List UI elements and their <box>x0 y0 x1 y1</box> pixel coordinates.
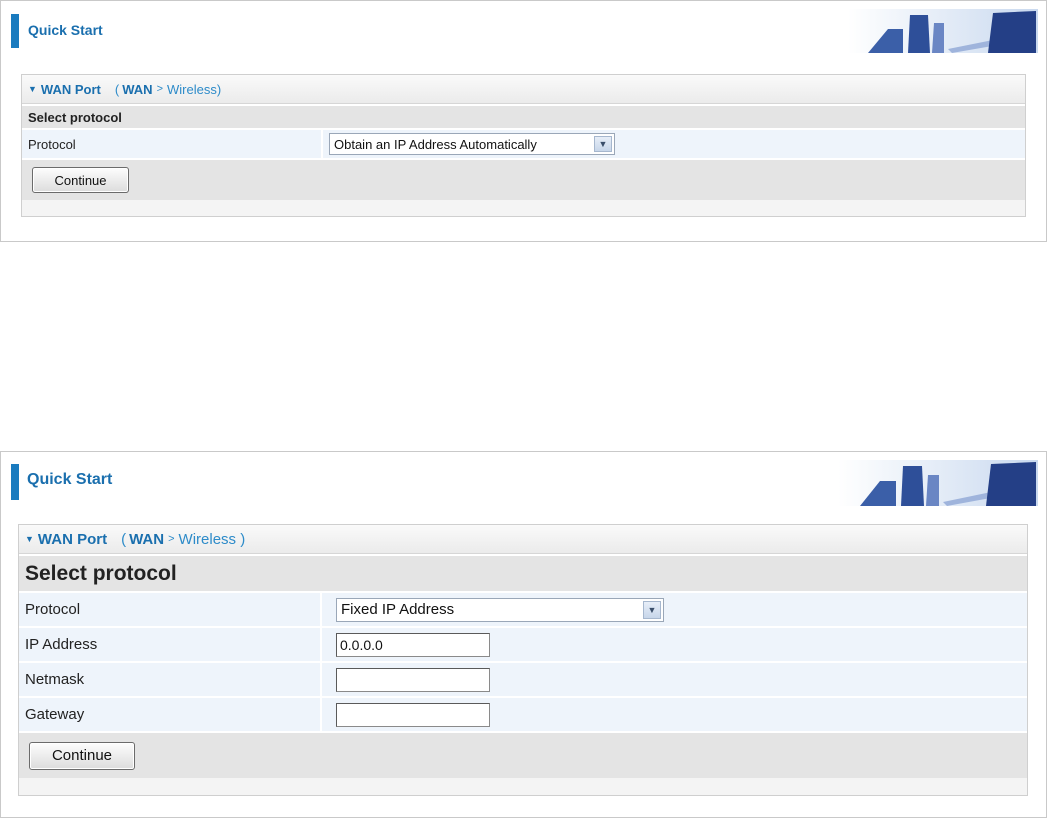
continue-row: Continue <box>19 731 1027 778</box>
breadcrumb-wan: WAN <box>122 81 153 97</box>
gateway-label: Gateway <box>19 698 320 731</box>
continue-row: Continue <box>22 158 1025 200</box>
quick-start-header: Quick Start <box>1 1 1046 65</box>
protocol-row: Protocol Fixed IP Address ▼ <box>19 591 1027 626</box>
wan-port-header[interactable]: ▼ WAN Port ( WAN > Wireless) <box>22 75 1025 104</box>
netmask-row: Netmask <box>19 661 1027 696</box>
ip-address-label: IP Address <box>19 628 320 661</box>
protocol-select[interactable]: Fixed IP Address ▼ <box>336 597 664 622</box>
ip-address-input[interactable]: 0.0.0.0 <box>336 632 490 657</box>
protocol-selected-value: Obtain an IP Address Automatically <box>334 136 537 152</box>
breadcrumb-open: ( <box>121 530 127 548</box>
breadcrumb-separator: > <box>168 533 175 545</box>
breadcrumb-separator: > <box>156 83 163 95</box>
select-protocol-heading: Select protocol <box>19 554 1027 591</box>
office-scene-illustration <box>838 460 1038 506</box>
select-protocol-heading: Select protocol <box>22 104 1025 128</box>
quick-start-title: Quick Start <box>27 471 113 488</box>
quick-start-panel-automatic: Quick Start ▼ WAN Port ( WAN > Wireless)… <box>0 0 1047 242</box>
wan-port-section: ▼ WAN Port ( WAN > Wireless) Select prot… <box>21 74 1026 217</box>
triangle-down-icon[interactable]: ▼ <box>28 84 37 94</box>
quick-start-title: Quick Start <box>28 22 103 38</box>
header-accent-bar <box>11 14 19 48</box>
netmask-value-cell <box>320 663 1027 696</box>
header-accent-bar <box>11 464 19 500</box>
breadcrumb-open: ( <box>114 81 120 97</box>
wan-port-title: WAN Port <box>40 81 101 97</box>
triangle-down-icon[interactable]: ▼ <box>25 534 34 544</box>
protocol-label: Protocol <box>22 130 321 158</box>
gateway-input[interactable] <box>336 702 490 727</box>
protocol-value-cell: Fixed IP Address ▼ <box>320 593 1027 626</box>
protocol-selected-value: Fixed IP Address <box>341 601 455 618</box>
gateway-row: Gateway <box>19 696 1027 731</box>
chevron-down-icon[interactable]: ▼ <box>594 136 612 152</box>
quick-start-header: Quick Start <box>1 452 1046 516</box>
netmask-input[interactable] <box>336 667 490 692</box>
protocol-label: Protocol <box>19 593 320 626</box>
office-scene-illustration <box>848 9 1038 53</box>
ip-address-row: IP Address 0.0.0.0 <box>19 626 1027 661</box>
continue-button[interactable]: Continue <box>32 167 129 193</box>
protocol-row: Protocol Obtain an IP Address Automatica… <box>22 128 1025 158</box>
breadcrumb-wireless: Wireless) <box>167 81 222 97</box>
protocol-value-cell: Obtain an IP Address Automatically ▼ <box>321 130 1025 158</box>
breadcrumb-wan: WAN <box>129 530 165 548</box>
wan-port-header[interactable]: ▼ WAN Port ( WAN > Wireless ) <box>19 525 1027 554</box>
continue-button[interactable]: Continue <box>29 741 135 770</box>
quick-start-panel-fixed-ip: Quick Start ▼ WAN Port ( WAN > Wireless … <box>0 451 1047 818</box>
chevron-down-icon[interactable]: ▼ <box>643 600 661 619</box>
breadcrumb-wireless: Wireless ) <box>178 530 246 548</box>
netmask-label: Netmask <box>19 663 320 696</box>
gateway-value-cell <box>320 698 1027 731</box>
wan-port-title: WAN Port <box>37 530 108 548</box>
wan-port-section: ▼ WAN Port ( WAN > Wireless ) Select pro… <box>18 524 1028 796</box>
protocol-select[interactable]: Obtain an IP Address Automatically ▼ <box>329 133 615 155</box>
ip-address-value-cell: 0.0.0.0 <box>320 628 1027 661</box>
